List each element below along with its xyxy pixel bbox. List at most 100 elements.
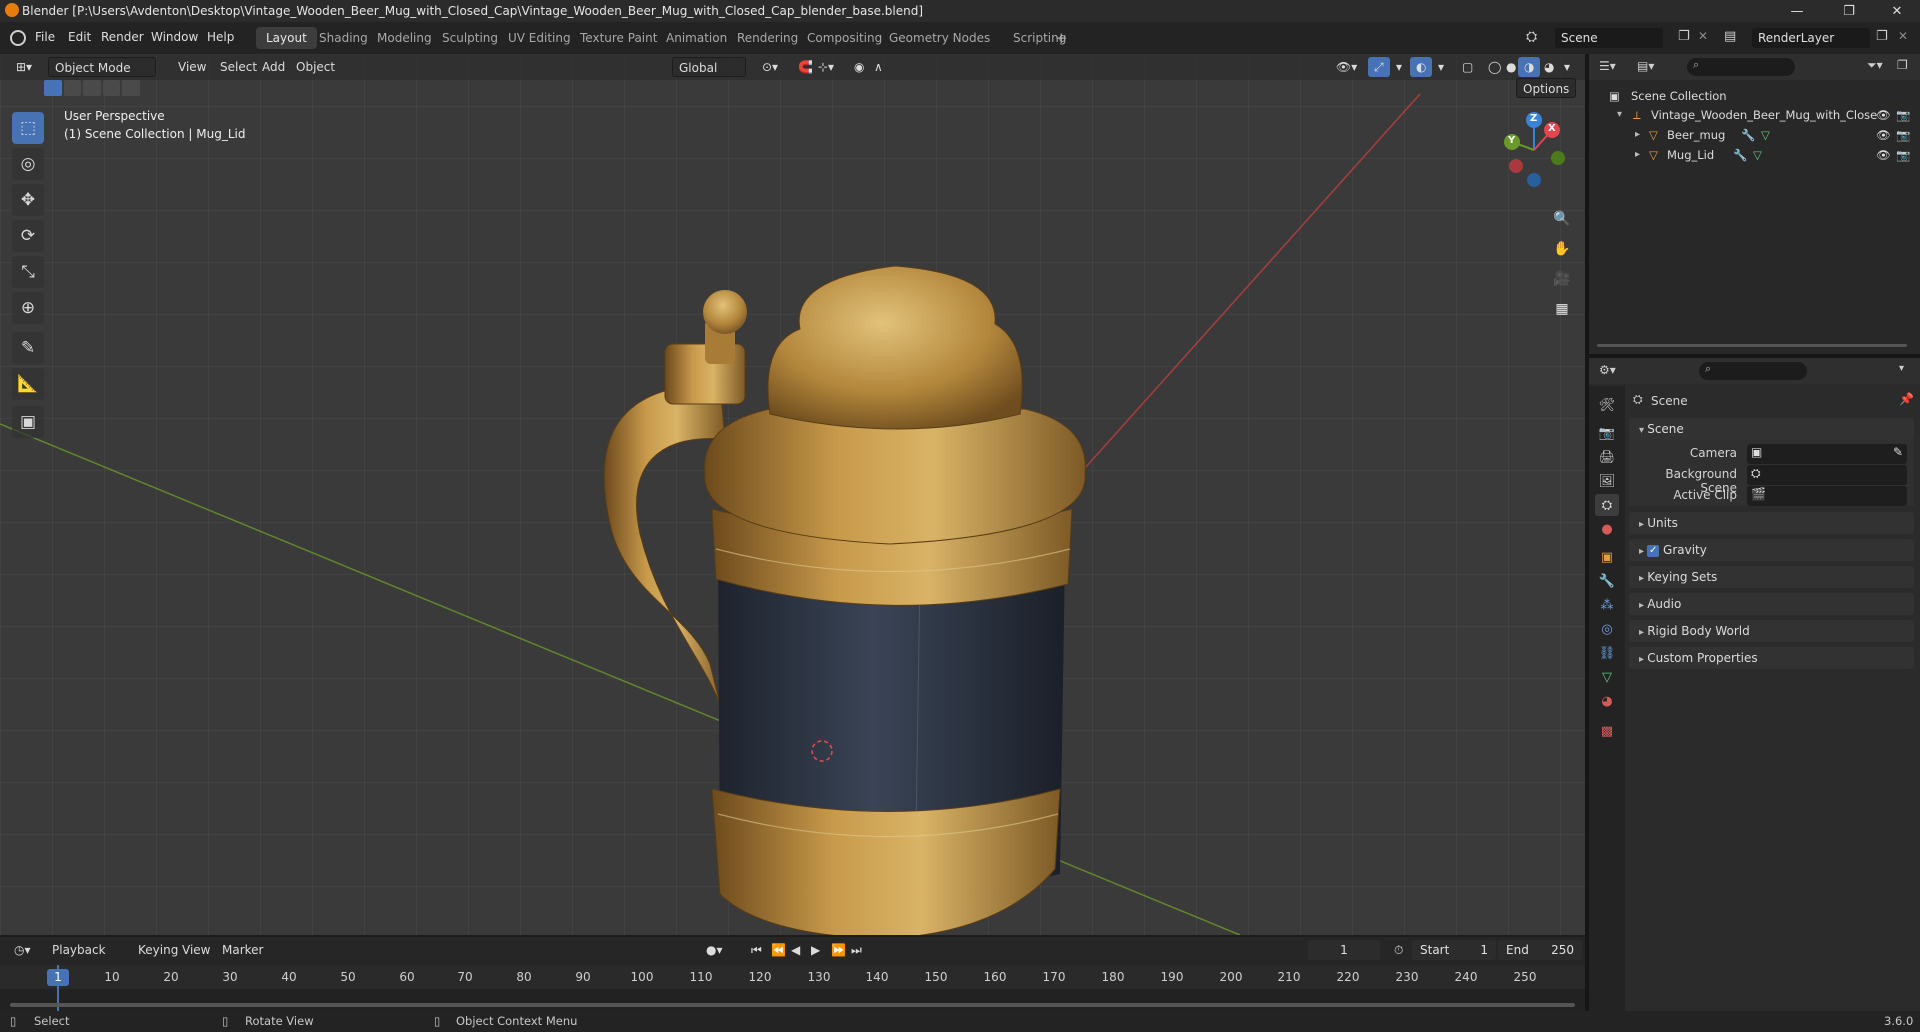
expand-chevron-icon[interactable]: ▾	[1617, 105, 1622, 125]
output-tab-icon[interactable]: 🖨	[1595, 446, 1619, 468]
gizmo-neg-y[interactable]	[1551, 151, 1565, 165]
add-cube-tool[interactable]: ▣	[12, 406, 44, 438]
scene-tab-icon[interactable]: ⛭	[1595, 494, 1619, 516]
outliner-row-mug-lid[interactable]: ▸ ▽ Mug_Lid 🔧 ▽ 👁 📷	[1589, 145, 1920, 165]
view-layer-tab-icon[interactable]: 🖼	[1595, 470, 1619, 492]
expand-chevron-icon[interactable]: ▸	[1635, 145, 1640, 165]
render-layer-selector[interactable]: RenderLayer	[1752, 28, 1870, 48]
xray-icon[interactable]: ▢	[1456, 57, 1479, 77]
overlays-dropdown-icon[interactable]: ▾	[1432, 57, 1450, 77]
keying-sets-panel-header[interactable]: ▸ Keying Sets	[1629, 566, 1914, 588]
properties-options-icon[interactable]: ▾	[1899, 363, 1904, 374]
tab-geometry-nodes[interactable]: Geometry Nodes	[879, 27, 1000, 49]
particles-tab-icon[interactable]: ⁂	[1595, 594, 1619, 616]
outliner-row-scene-collection[interactable]: ▣ Scene Collection	[1589, 86, 1920, 106]
new-collection-icon[interactable]: ❐	[1897, 58, 1908, 72]
mode-selector[interactable]: Object Mode	[48, 57, 156, 77]
tool-tab-icon[interactable]: 🛠	[1595, 394, 1619, 416]
material-tab-icon[interactable]: ◕	[1595, 690, 1619, 712]
current-frame-field[interactable]: 1	[1308, 940, 1380, 960]
expand-chevron-icon[interactable]: ▸	[1635, 125, 1640, 145]
rotate-tool[interactable]: ⟳	[12, 220, 44, 252]
outliner-scrollbar[interactable]	[1597, 344, 1907, 347]
render-camera-icon[interactable]: 📷	[1896, 125, 1910, 145]
display-mode-icon[interactable]: ▤▾	[1637, 59, 1654, 73]
pivot-point-icon[interactable]: ⊙▾	[756, 57, 784, 77]
new-scene-icon[interactable]: ❐	[1678, 29, 1690, 44]
minimize-button[interactable]: —	[1774, 0, 1820, 22]
visibility-eye-icon[interactable]: 👁	[1876, 125, 1891, 145]
preview-range-icon[interactable]: ⏱	[1388, 940, 1409, 960]
camera-field[interactable]: ▣ ✎	[1747, 444, 1907, 464]
frame-end-field[interactable]: End 250	[1498, 940, 1582, 960]
tab-uv-editing[interactable]: UV Editing	[498, 27, 581, 49]
units-panel-header[interactable]: ▸ Units	[1629, 512, 1914, 534]
properties-editor-type-icon[interactable]: ⚙▾	[1599, 363, 1616, 377]
transform-orientation-selector[interactable]: Global	[672, 57, 746, 77]
select-intersect-icon[interactable]	[122, 80, 140, 96]
select-new-icon[interactable]	[44, 80, 62, 96]
world-tab-icon[interactable]: ●	[1595, 518, 1619, 540]
menu-playback[interactable]: Playback	[46, 940, 112, 960]
menu-render[interactable]: Render	[101, 30, 144, 44]
play-icon[interactable]: ▶	[805, 940, 826, 960]
menu-window[interactable]: Window	[151, 30, 198, 44]
modifier-tab-icon[interactable]: 🔧	[1595, 570, 1619, 592]
falloff-icon[interactable]: ∧	[868, 57, 889, 77]
annotate-tool[interactable]: ✎	[12, 332, 44, 364]
pin-icon[interactable]: 📌	[1899, 392, 1914, 406]
render-layer-icon[interactable]: ▤	[1724, 29, 1736, 44]
menu-object[interactable]: Object	[290, 57, 341, 77]
zoom-icon[interactable]: 🔍	[1549, 206, 1575, 232]
frame-start-field[interactable]: Start 1	[1412, 940, 1496, 960]
gravity-panel-header[interactable]: ▸ ✓ Gravity	[1629, 539, 1914, 561]
tab-compositing[interactable]: Compositing	[797, 27, 892, 49]
gizmo-toggle-icon[interactable]: ⤢	[1368, 57, 1390, 77]
gizmo-neg-z[interactable]	[1527, 173, 1541, 187]
pan-hand-icon[interactable]: ✋	[1549, 236, 1575, 262]
render-camera-icon[interactable]: 📷	[1896, 145, 1910, 165]
visibility-eye-icon[interactable]: 👁	[1876, 105, 1891, 125]
background-scene-field[interactable]: ⛭	[1747, 465, 1907, 485]
menu-marker[interactable]: Marker	[216, 940, 269, 960]
rigid-body-world-panel-header[interactable]: ▸ Rigid Body World	[1629, 620, 1914, 642]
options-button[interactable]: Options	[1516, 78, 1577, 98]
render-camera-icon[interactable]: 📷	[1896, 105, 1910, 125]
scale-tool[interactable]: ⤡	[12, 256, 44, 288]
select-subtract-icon[interactable]	[83, 80, 101, 96]
physics-tab-icon[interactable]: ◎	[1595, 618, 1619, 640]
ortho-toggle-icon[interactable]: ▦	[1549, 296, 1575, 322]
shading-dropdown-icon[interactable]: ▾	[1558, 57, 1576, 77]
menu-file[interactable]: File	[35, 30, 55, 44]
scene-selector[interactable]: Scene	[1555, 28, 1663, 48]
outliner-row-beer-mug[interactable]: ▸ ▽ Beer_mug 🔧 ▽ 👁 📷	[1589, 125, 1920, 145]
visibility-icon[interactable]: 👁▾	[1330, 57, 1363, 77]
menu-add[interactable]: Add	[256, 57, 291, 77]
select-extend-icon[interactable]	[63, 80, 82, 96]
tab-layout[interactable]: Layout	[256, 27, 317, 49]
constraints-tab-icon[interactable]: ⛓	[1595, 642, 1619, 664]
cursor-tool[interactable]: ◎	[12, 148, 44, 180]
jump-end-icon[interactable]: ⏭	[845, 940, 868, 960]
eyedropper-icon[interactable]: ✎	[1893, 445, 1903, 459]
menu-timeline-view[interactable]: View	[176, 940, 216, 960]
timeline-editor-type-icon[interactable]: ◷▾	[8, 940, 37, 960]
gravity-checkbox[interactable]: ✓	[1647, 544, 1660, 557]
active-clip-field[interactable]: 🎬	[1747, 486, 1907, 506]
scene-icon[interactable]: ⛭	[1526, 29, 1537, 45]
editor-type-icon[interactable]: ⊞▾	[10, 57, 38, 77]
custom-properties-panel-header[interactable]: ▸ Custom Properties	[1629, 647, 1914, 669]
outliner-search-input[interactable]	[1687, 58, 1795, 76]
move-tool[interactable]: ✥	[12, 184, 44, 216]
delete-render-layer-icon[interactable]: ✕	[1898, 29, 1908, 43]
properties-search-input[interactable]	[1699, 362, 1807, 380]
object-tab-icon[interactable]: ▣	[1595, 546, 1619, 568]
camera-view-icon[interactable]: 🎥	[1549, 266, 1575, 292]
select-invert-icon[interactable]	[102, 80, 121, 96]
tab-animation[interactable]: Animation	[656, 27, 737, 49]
timeline-scrollbar[interactable]	[10, 1003, 1575, 1007]
outliner-editor-type-icon[interactable]: ☰▾	[1599, 59, 1616, 73]
play-reverse-icon[interactable]: ◀	[785, 940, 806, 960]
render-tab-icon[interactable]: 📷	[1595, 422, 1619, 444]
tab-texture-paint[interactable]: Texture Paint	[570, 27, 667, 49]
